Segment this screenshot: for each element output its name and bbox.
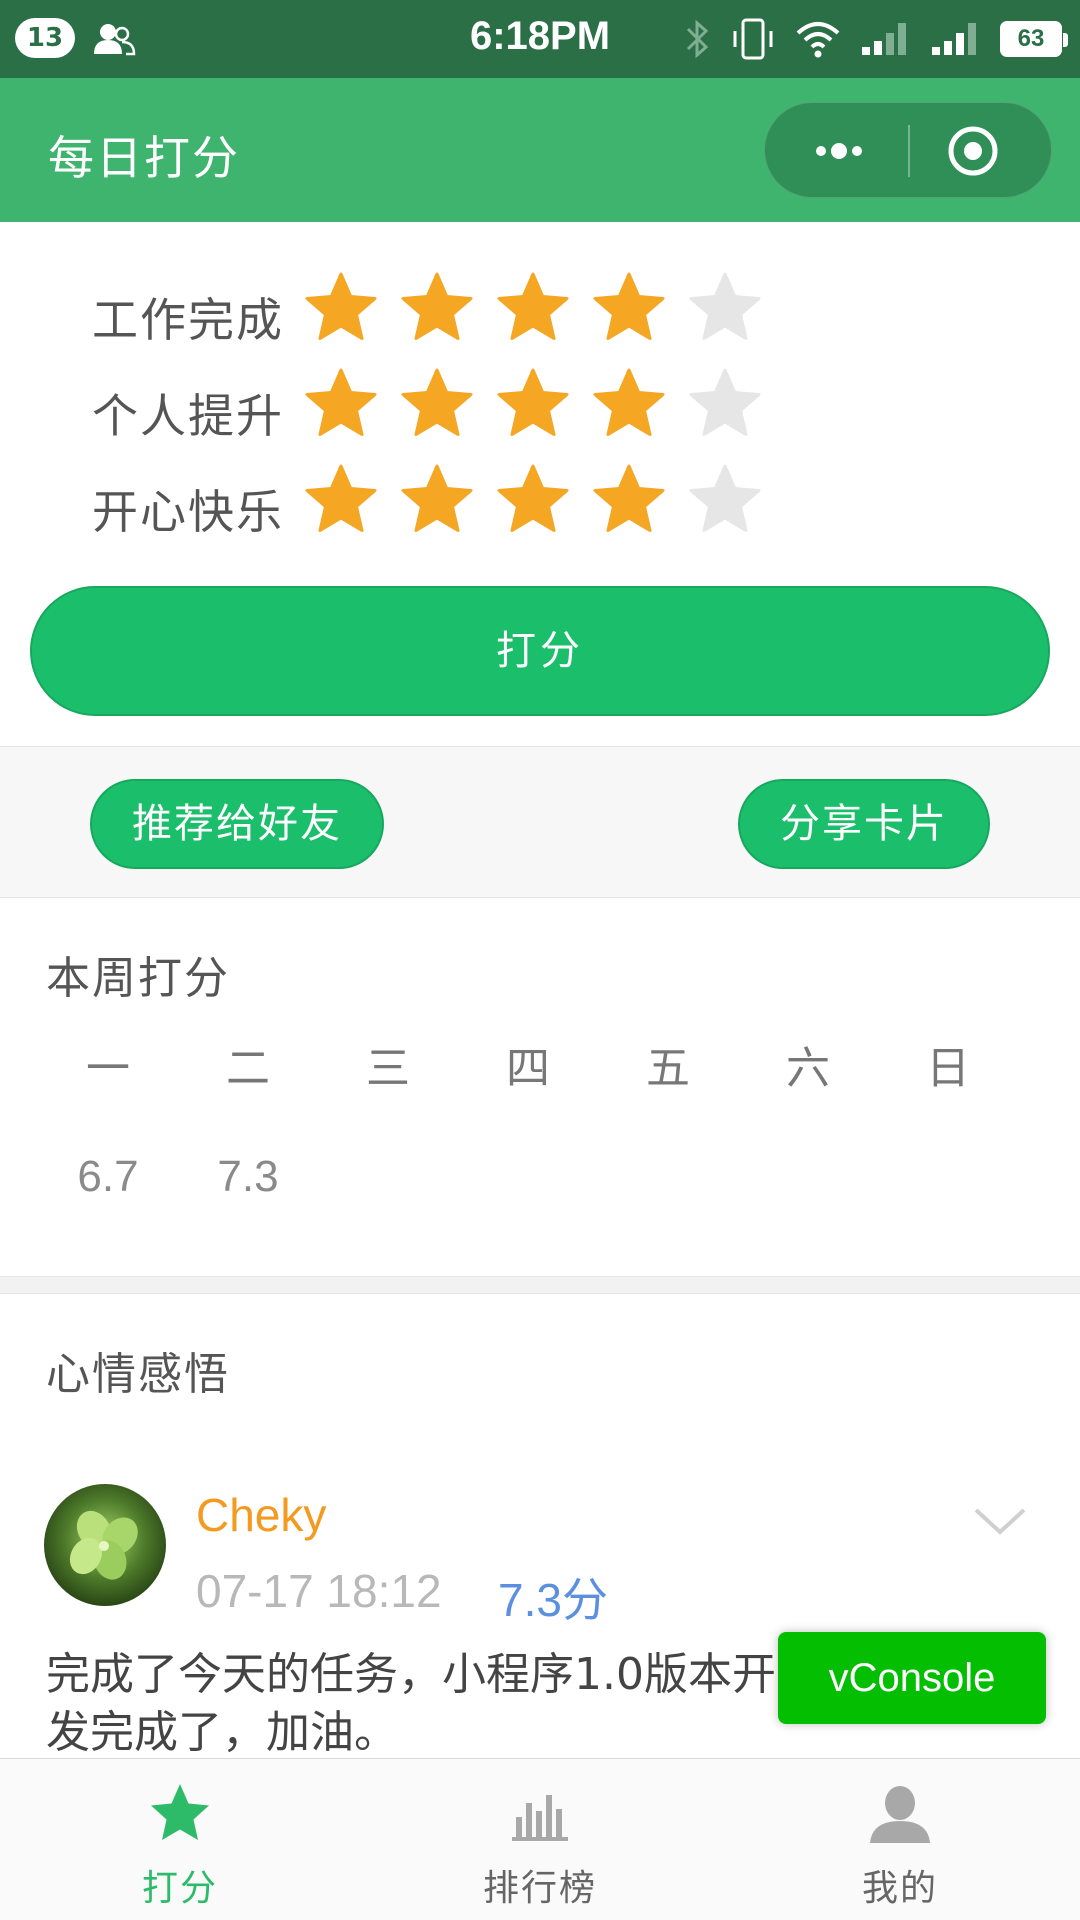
- page-title: 每日打分: [48, 131, 240, 185]
- vibrate-icon: [733, 18, 773, 60]
- star-filled-icon[interactable]: [398, 366, 476, 444]
- bar-chart-icon: [512, 1795, 568, 1841]
- weekday-label: 五: [646, 1043, 690, 1094]
- capsule-divider: [908, 125, 910, 177]
- day-score: 6.7: [77, 1152, 139, 1201]
- star-filled-icon[interactable]: [302, 366, 380, 444]
- star-filled-icon[interactable]: [398, 270, 476, 348]
- tab-label: 排行榜: [482, 1868, 597, 1909]
- rating-label: 工作完成: [92, 293, 284, 347]
- star-empty-icon[interactable]: [686, 270, 764, 348]
- wifi-icon: [796, 22, 840, 58]
- star-filled-icon[interactable]: [302, 270, 380, 348]
- tab-bar: 打分 排行榜 我的: [0, 1758, 1080, 1920]
- post-content: 完成了今天的任务，小程序1.0版本开发完成了，加油。: [46, 1649, 776, 1758]
- rating-label: 开心快乐: [92, 485, 284, 539]
- star-filled-icon[interactable]: [494, 366, 572, 444]
- star-filled-icon[interactable]: [590, 462, 668, 540]
- battery-level: 63: [1000, 21, 1068, 57]
- user-icon: [870, 1786, 930, 1843]
- bluetooth-icon: [686, 19, 709, 59]
- status-bar: 13 6:18PM 63: [0, 0, 1080, 78]
- share-card-button[interactable]: 分享卡片: [738, 779, 990, 869]
- star-empty-icon[interactable]: [686, 366, 764, 444]
- tab-score[interactable]: 打分: [0, 1759, 360, 1920]
- star-empty-icon[interactable]: [686, 462, 764, 540]
- tab-label: 我的: [861, 1868, 938, 1909]
- nav-bar: 每日打分: [0, 78, 1080, 222]
- rating-row-work: 工作完成: [0, 270, 1080, 360]
- post-author[interactable]: Cheky: [196, 1488, 326, 1542]
- weekday-label: 一: [86, 1043, 130, 1094]
- tab-label: 打分: [141, 1868, 218, 1909]
- tab-ranking[interactable]: 排行榜: [360, 1759, 720, 1920]
- tab-mine[interactable]: 我的: [720, 1759, 1080, 1920]
- chevron-down-icon[interactable]: [972, 1500, 1028, 1540]
- star-filled-icon[interactable]: [590, 366, 668, 444]
- star-rating: [302, 270, 764, 360]
- star-filled-icon[interactable]: [494, 462, 572, 540]
- mood-section-title: 心情感悟: [46, 1349, 230, 1400]
- weekday-label: 三: [366, 1043, 410, 1094]
- vconsole-button[interactable]: vConsole: [778, 1632, 1046, 1724]
- week-section-title: 本周打分: [46, 953, 230, 1004]
- clock: 6:18PM: [469, 14, 611, 58]
- star-filled-icon[interactable]: [302, 462, 380, 540]
- notification-count-badge: 13: [15, 18, 75, 58]
- recommend-to-friend-button[interactable]: 推荐给好友: [90, 779, 384, 869]
- more-icon[interactable]: [801, 123, 877, 179]
- avatar[interactable]: [44, 1484, 166, 1606]
- contacts-icon: [94, 24, 136, 56]
- signal-1-icon: [932, 23, 976, 55]
- post-score: 7.3分: [498, 1574, 608, 1626]
- star-filled-icon[interactable]: [494, 270, 572, 348]
- star-filled-icon[interactable]: [590, 270, 668, 348]
- share-band: 推荐给好友 分享卡片: [0, 746, 1080, 898]
- weekday-label: 六: [786, 1043, 830, 1094]
- close-mini-program-icon[interactable]: [935, 123, 1011, 179]
- section-divider: [0, 1276, 1080, 1294]
- submit-score-button[interactable]: 打分: [30, 586, 1050, 716]
- rating-label: 个人提升: [92, 389, 284, 443]
- star-icon: [151, 1784, 209, 1840]
- star-rating: [302, 462, 764, 552]
- rating-row-happiness: 开心快乐: [0, 462, 1080, 552]
- post-time: 07-17 18:12: [196, 1565, 442, 1617]
- weekday-label: 二: [226, 1043, 270, 1094]
- star-rating: [302, 366, 764, 456]
- mini-program-capsule: [764, 102, 1052, 198]
- star-filled-icon[interactable]: [398, 462, 476, 540]
- rating-row-growth: 个人提升: [0, 366, 1080, 456]
- weekday-label: 四: [506, 1043, 550, 1094]
- signal-2-icon: [862, 23, 906, 55]
- weekday-label: 日: [926, 1043, 970, 1094]
- status-icons: 63: [684, 14, 1068, 64]
- day-score: 7.3: [217, 1152, 279, 1201]
